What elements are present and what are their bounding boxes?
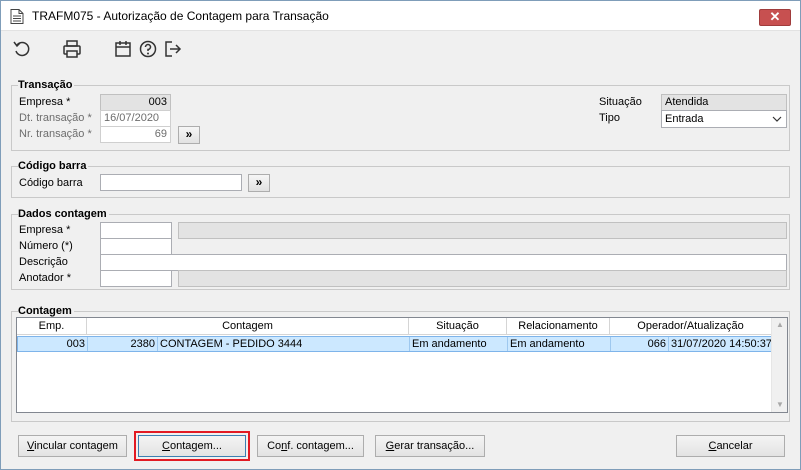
codigo-barra-group-title: Código barra [18, 160, 89, 172]
tipo-select[interactable]: Entrada [661, 110, 787, 128]
transacao-group-title: Transação [18, 79, 75, 91]
dados-empresa-description [178, 222, 787, 239]
contagem-button[interactable]: Contagem... [138, 435, 246, 457]
cell-operador: 066 [611, 337, 669, 351]
cell-contagem-description: CONTAGEM - PEDIDO 3444 [158, 337, 410, 351]
anotador-label: Anotador * [19, 272, 71, 284]
chevron-down-icon [772, 116, 782, 122]
dados-empresa-label: Empresa * [19, 224, 71, 236]
gerar-transacao-button[interactable]: Gerar transação... [375, 435, 485, 457]
vincular-contagem-button[interactable]: Vincular contagem [18, 435, 127, 457]
situacao-field: Atendida [661, 94, 787, 111]
codigo-barra-input[interactable] [100, 174, 242, 191]
tipo-select-value: Entrada [665, 113, 704, 125]
column-header-emp[interactable]: Emp. [17, 318, 87, 335]
numero-input[interactable] [100, 238, 172, 255]
column-header-contagem[interactable]: Contagem [87, 318, 409, 335]
table-header: Emp. Contagem Situação Relacionamento Op… [17, 318, 772, 335]
dados-empresa-input[interactable] [100, 222, 172, 239]
descricao-label: Descrição [19, 256, 68, 268]
nr-transacao-field: 69 [100, 126, 171, 143]
nr-transacao-lookup-button[interactable]: » [178, 126, 200, 144]
anotador-input[interactable] [100, 270, 172, 287]
document-icon [10, 9, 24, 24]
tipo-label: Tipo [599, 112, 620, 124]
calendar-icon[interactable] [113, 39, 133, 59]
column-header-relacionamento[interactable]: Relacionamento [507, 318, 610, 335]
empresa-field: 003 [100, 94, 171, 111]
dt-transacao-label: Dt. transação * [19, 112, 92, 124]
numero-label: Número (*) [19, 240, 73, 252]
cell-relacionamento: Em andamento [508, 337, 611, 351]
cell-contagem-number: 2380 [88, 337, 158, 351]
application-window: TRAFM075 - Autorização de Contagem para … [0, 0, 801, 470]
dt-transacao-field: 16/07/2020 [100, 110, 171, 127]
print-icon[interactable] [62, 39, 82, 59]
codigo-barra-lookup-button[interactable]: » [248, 174, 270, 192]
situacao-label: Situação [599, 96, 642, 108]
nr-transacao-label: Nr. transação * [19, 128, 92, 140]
cell-situacao: Em andamento [410, 337, 508, 351]
cell-atualizacao: 31/07/2020 14:50:37 [671, 338, 771, 350]
scroll-up-icon[interactable]: ▲ [772, 318, 788, 332]
contagem-group-title: Contagem [18, 305, 74, 317]
title-bar: TRAFM075 - Autorização de Contagem para … [1, 1, 800, 31]
exit-icon[interactable] [163, 39, 183, 59]
empresa-label: Empresa * [19, 96, 71, 108]
help-icon[interactable] [138, 39, 158, 59]
contagem-table[interactable]: Emp. Contagem Situação Relacionamento Op… [16, 317, 788, 413]
table-row[interactable]: 003 2380 CONTAGEM - PEDIDO 3444 Em andam… [17, 336, 772, 352]
column-header-situacao[interactable]: Situação [409, 318, 507, 335]
refresh-icon[interactable] [12, 39, 32, 59]
conf-contagem-button[interactable]: Conf. contagem... [257, 435, 364, 457]
table-vertical-scrollbar[interactable]: ▲ ▼ [771, 318, 787, 412]
scroll-down-icon[interactable]: ▼ [772, 398, 788, 412]
column-header-operador[interactable]: Operador/Atualização [610, 318, 772, 335]
cancelar-button[interactable]: Cancelar [676, 435, 785, 457]
cell-emp: 003 [18, 337, 88, 351]
codigo-barra-label: Código barra [19, 177, 83, 189]
close-button[interactable]: ✕ [759, 9, 791, 26]
window-title: TRAFM075 - Autorização de Contagem para … [32, 9, 329, 23]
anotador-description [178, 270, 787, 287]
descricao-input[interactable] [100, 254, 787, 271]
dados-contagem-group-title: Dados contagem [18, 208, 109, 220]
